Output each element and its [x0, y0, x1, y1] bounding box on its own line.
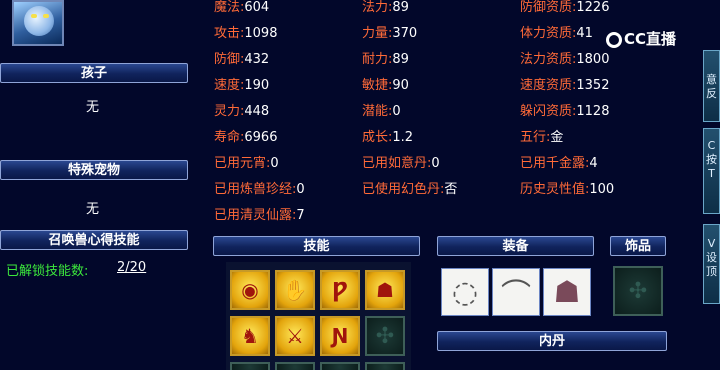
claw-skill-icon: ✋: [282, 278, 308, 302]
equipment-slot-collar[interactable]: ◌: [441, 268, 489, 316]
skill-slot-beast[interactable]: ♞: [230, 316, 270, 356]
unlocked-skill-count-link[interactable]: 2/20: [117, 260, 146, 275]
sword-skill-icon: ⚔: [286, 324, 304, 348]
stat-magic: 法力:89: [362, 0, 409, 15]
beast-skill-icon: ♞: [241, 324, 259, 348]
cc-live-watermark: CC直播: [606, 26, 696, 52]
stat-growth: 成长:1.2: [362, 130, 414, 145]
stat-dodge-aptitude: 躲闪资质:1128: [520, 104, 610, 119]
mask-skill-icon: ☗: [376, 278, 394, 302]
inner-dan-header: 内丹: [437, 331, 667, 351]
special-pet-value: 无: [86, 202, 100, 217]
equipment-header: 装备: [437, 236, 594, 256]
skill-slot-eye[interactable]: ◉: [230, 270, 270, 310]
skill-slot-empty[interactable]: ✣: [365, 316, 405, 356]
stat-used-ruyidan: 已用如意丹:0: [362, 156, 440, 171]
equipment-slot-armor[interactable]: ☗: [543, 268, 591, 316]
equipment-slot-necklace[interactable]: ⌒: [492, 268, 540, 316]
armor-icon: ☗: [553, 274, 581, 310]
skill-slot-sword[interactable]: ⚔: [275, 316, 315, 356]
stat-strength: 力量:370: [362, 26, 418, 41]
stat-magic-aptitude: 法力资质:1800: [520, 52, 610, 67]
skill-slot-mask[interactable]: ☗: [365, 270, 405, 310]
chain-collar-icon: ◌: [451, 274, 479, 310]
unlocked-skill-count-label: 已解锁技能数:: [6, 264, 89, 279]
skill-slot-empty-row3-2[interactable]: [275, 362, 315, 370]
stat-defense-aptitude: 防御资质:1226: [520, 0, 610, 15]
bead-necklace-icon: ⌒: [501, 278, 531, 313]
side-tab-1[interactable]: 意反: [703, 50, 720, 122]
stat-spirit: 灵力:448: [214, 104, 270, 119]
skill-slot-n[interactable]: Ɲ: [320, 316, 360, 356]
pet-portrait: [12, 0, 64, 46]
stat-used-qianjinlu: 已用千金露:4: [520, 156, 598, 171]
skill-slot-hand[interactable]: ✋: [275, 270, 315, 310]
stat-mana: 魔法:604: [214, 0, 270, 15]
stat-agility: 敏捷:90: [362, 78, 409, 93]
stat-defense: 防御:432: [214, 52, 270, 67]
side-tab-2[interactable]: C按T: [703, 128, 720, 214]
special-pet-header: 特殊宠物: [0, 160, 188, 180]
stat-used-lianshouzhenjing: 已用炼兽珍经:0: [214, 182, 305, 197]
stat-used-huansedan: 已使用幻色丹:否: [362, 182, 458, 197]
n-rune-skill-icon: Ɲ: [331, 324, 349, 348]
child-value: 无: [86, 100, 100, 115]
stat-lifespan: 寿命:6966: [214, 130, 278, 145]
stat-speed: 速度:190: [214, 78, 270, 93]
skill-slot-empty-row3-4[interactable]: [365, 362, 405, 370]
child-header: 孩子: [0, 63, 188, 83]
side-tab-3[interactable]: V设顶: [703, 224, 720, 304]
stat-element: 五行:金: [520, 130, 564, 145]
empty-slot-icon: ✣: [375, 323, 395, 349]
accessory-slot[interactable]: ✣: [613, 266, 663, 316]
empty-accessory-icon: ✣: [628, 278, 648, 304]
stat-used-qinglingxianlu: 已用清灵仙露:7: [214, 208, 305, 223]
skill-slot-rune[interactable]: Ƿ: [320, 270, 360, 310]
skill-slot-empty-row3-3[interactable]: [320, 362, 360, 370]
stat-endurance: 耐力:89: [362, 52, 409, 67]
skills-header: 技能: [213, 236, 420, 256]
stat-attack: 攻击:1098: [214, 26, 278, 41]
stat-history-spirit: 历史灵性值:100: [520, 182, 615, 197]
stat-speed-aptitude: 速度资质:1352: [520, 78, 610, 93]
summon-skill-header: 召唤兽心得技能: [0, 230, 188, 250]
stat-potential: 潜能:0: [362, 104, 401, 119]
skill-slot-empty-row3-1[interactable]: [230, 362, 270, 370]
accessory-header: 饰品: [610, 236, 666, 256]
eye-skill-icon: ◉: [241, 278, 259, 302]
cc-logo-icon: [606, 31, 622, 48]
rune-skill-icon: Ƿ: [332, 278, 348, 302]
stat-used-yuanxiao: 已用元宵:0: [214, 156, 279, 171]
stat-stamina-aptitude: 体力资质:41: [520, 26, 593, 41]
